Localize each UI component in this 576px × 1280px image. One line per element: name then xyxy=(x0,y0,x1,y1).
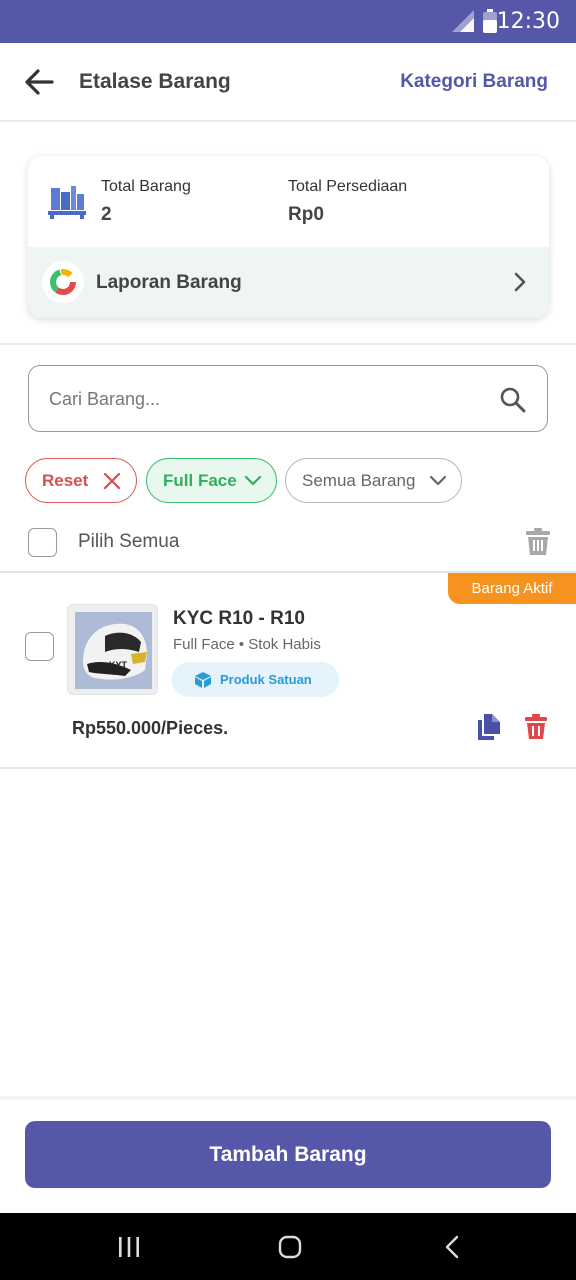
select-all-label: Pilih Semua xyxy=(78,531,180,552)
total-persediaan-value: Rp0 xyxy=(288,204,324,225)
status-filter-chip[interactable]: Semua Barang xyxy=(285,458,462,503)
page-title: Etalase Barang xyxy=(79,70,231,93)
system-nav-bar xyxy=(0,1213,576,1280)
category-filter-label: Full Face xyxy=(163,470,237,490)
total-barang-value: 2 xyxy=(101,204,112,225)
laporan-barang-label: Laporan Barang xyxy=(96,272,242,293)
home-icon[interactable] xyxy=(278,1235,302,1259)
helmet-image: KYT xyxy=(75,612,152,689)
recent-apps-icon[interactable] xyxy=(118,1235,140,1259)
product-meta: Full Face • Stok Habis xyxy=(173,636,321,653)
reset-filter-chip[interactable]: Reset xyxy=(25,458,137,503)
search-input[interactable] xyxy=(49,384,469,414)
section-divider xyxy=(0,343,576,345)
product-type-pill: Produk Satuan xyxy=(172,662,339,697)
product-type-label: Produk Satuan xyxy=(220,672,312,687)
inventory-summary-card: Total Barang 2 Total Persediaan Rp0 Lapo… xyxy=(28,156,549,318)
bottom-separator xyxy=(0,1096,576,1100)
back-icon[interactable] xyxy=(444,1235,460,1259)
search-icon[interactable] xyxy=(499,386,527,414)
thumb-logo-text: KYT xyxy=(109,660,128,670)
total-barang-label: Total Barang xyxy=(101,178,191,195)
back-arrow-icon[interactable] xyxy=(22,67,58,97)
kategori-barang-link[interactable]: Kategori Barang xyxy=(400,71,548,93)
box-icon xyxy=(195,671,211,688)
laporan-barang-row[interactable]: Laporan Barang xyxy=(28,247,549,318)
signal-icon xyxy=(452,10,474,32)
pie-chart-icon xyxy=(50,269,76,295)
product-stock-status: Stok Habis xyxy=(248,636,321,653)
meta-separator: • xyxy=(238,636,249,653)
total-barang: Total Barang 2 xyxy=(101,178,191,226)
chevron-right-icon xyxy=(514,272,526,292)
product-list-item[interactable]: Barang Aktif KYT KYC R10 - R10 Full Face… xyxy=(0,573,576,769)
trash-icon[interactable] xyxy=(526,528,550,556)
chevron-down-icon xyxy=(244,475,262,486)
copy-icon[interactable] xyxy=(478,714,500,740)
product-category: Full Face xyxy=(173,636,235,653)
select-all-checkbox[interactable] xyxy=(28,528,57,557)
product-name: KYC R10 - R10 xyxy=(173,608,305,629)
tambah-barang-button[interactable]: Tambah Barang xyxy=(25,1121,551,1188)
close-icon xyxy=(103,472,121,490)
product-checkbox[interactable] xyxy=(25,632,54,661)
shelf-boxes-icon xyxy=(48,186,86,219)
total-persediaan: Total Persediaan Rp0 xyxy=(288,178,407,226)
category-filter-chip[interactable]: Full Face xyxy=(146,458,277,503)
report-icon-container xyxy=(42,261,84,303)
trash-icon[interactable] xyxy=(525,714,547,740)
search-box xyxy=(28,365,548,432)
status-badge: Barang Aktif xyxy=(448,573,576,604)
battery-icon xyxy=(483,9,497,33)
app-bar: Etalase Barang Kategori Barang xyxy=(0,43,576,122)
product-price: Rp550.000/Pieces. xyxy=(72,718,229,738)
product-thumbnail: KYT xyxy=(67,604,158,695)
status-time: 12:30 xyxy=(496,9,560,34)
chevron-down-icon xyxy=(429,475,447,486)
status-bar: 12:30 xyxy=(0,0,576,43)
status-filter-label: Semua Barang xyxy=(302,470,416,490)
reset-label: Reset xyxy=(42,470,89,490)
total-persediaan-label: Total Persediaan xyxy=(288,178,408,195)
